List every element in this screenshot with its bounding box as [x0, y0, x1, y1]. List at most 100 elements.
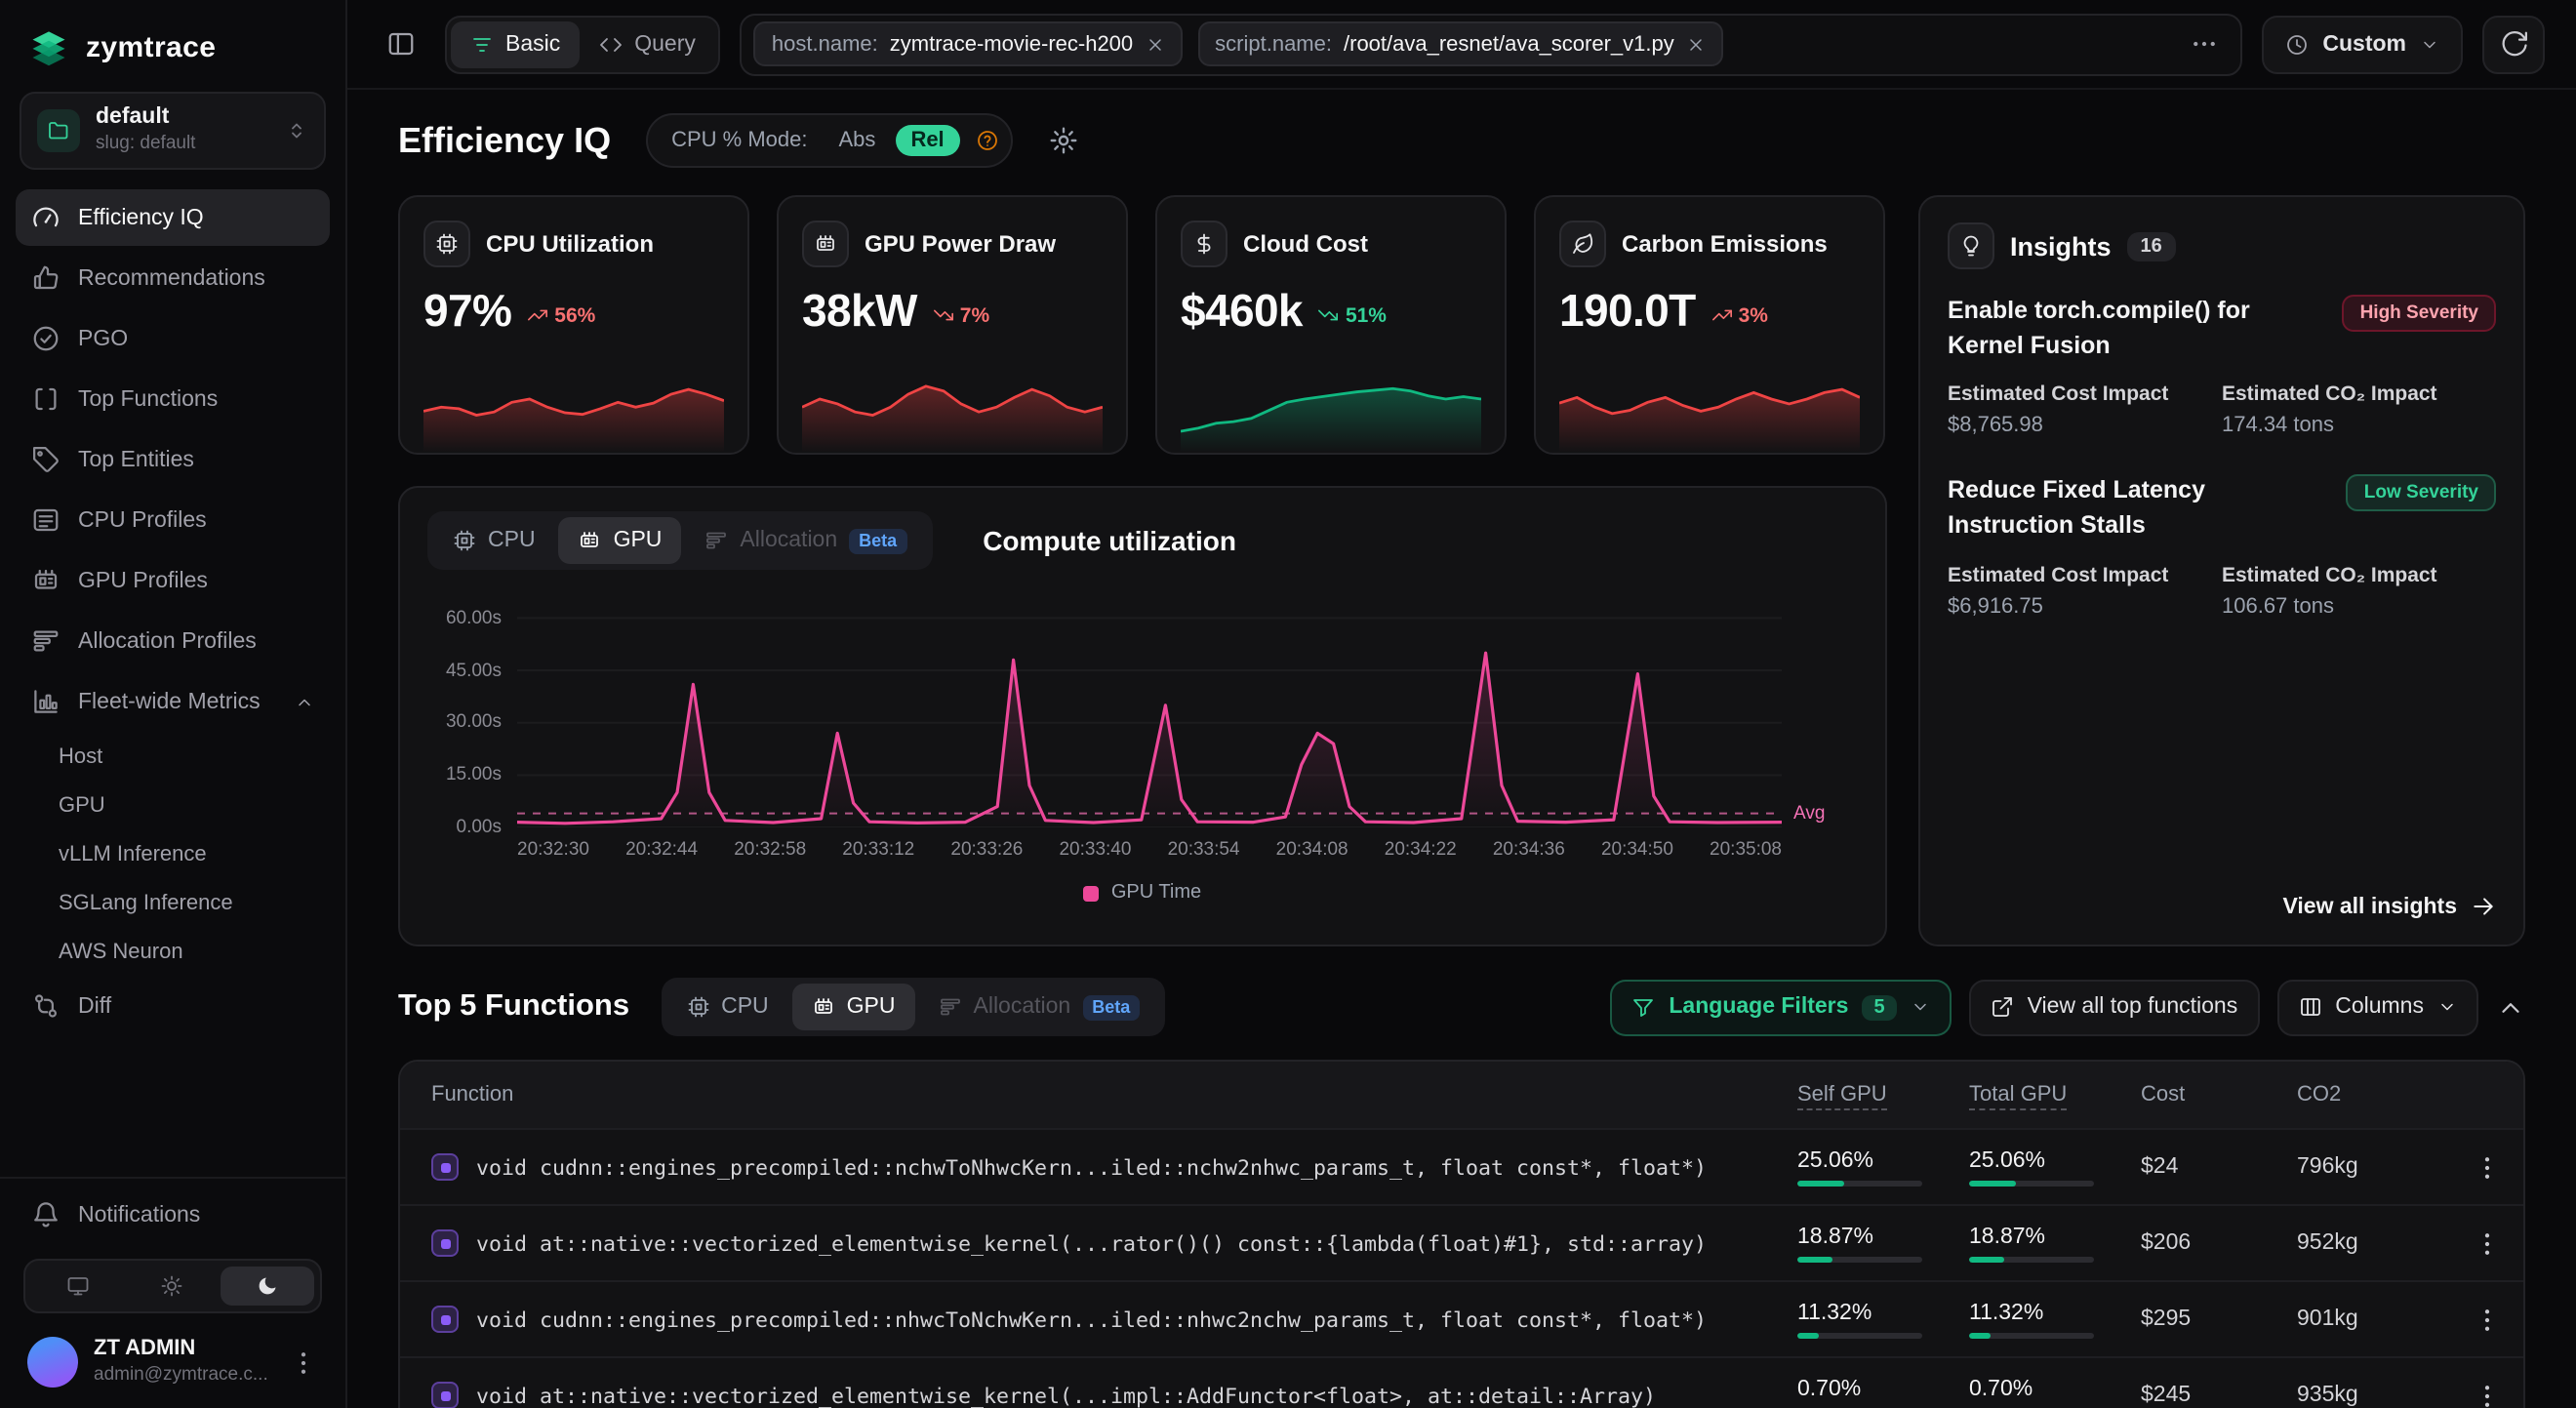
theme-system-button[interactable] [31, 1267, 126, 1307]
query-mode-basic[interactable]: Basic [451, 20, 580, 67]
cost-impact-value: $8,765.98 [1948, 415, 2222, 438]
compute-chart-title: Compute utilization [983, 525, 1236, 556]
sidebar-item-gpu-profiles[interactable]: GPU Profiles [16, 552, 330, 609]
sidebar-subitem-sglang-inference[interactable]: SGLang Inference [16, 880, 330, 927]
metric-trend: 7% [933, 303, 989, 327]
bars-icon [31, 626, 60, 656]
filter-bar[interactable]: host.name:zymtrace-movie-rec-h200 script.… [741, 13, 2242, 75]
help-icon[interactable] [976, 129, 999, 152]
top-functions-title: Top 5 Functions [398, 989, 629, 1025]
metric-title: CPU Utilization [486, 230, 654, 258]
insight-item[interactable]: Reduce Fixed Latency Instruction StallsL… [1948, 473, 2496, 619]
time-range-button[interactable]: Custom [2262, 15, 2463, 73]
sidebar: zymtrace default slug: default Efficienc… [0, 0, 347, 1408]
sidebar-item-fleet-wide-metrics[interactable]: Fleet-wide Metrics [16, 673, 330, 730]
cost-impact-label: Estimated Cost Impact [1948, 563, 2222, 586]
sidebar-item-recommendations[interactable]: Recommendations [16, 250, 330, 306]
table-row[interactable]: void at::native::vectorized_elementwise_… [400, 1204, 2523, 1280]
columns-button[interactable]: Columns [2276, 979, 2478, 1035]
language-filters-button[interactable]: Language Filters 5 [1610, 979, 1951, 1035]
table-row[interactable]: void cudnn::engines_precompiled::nhwcToN… [400, 1280, 2523, 1356]
sidebar-toggle-button[interactable] [375, 19, 425, 69]
workspace-selector[interactable]: default slug: default [20, 92, 326, 170]
metric-card-gpu-power-draw: GPU Power Draw38kW7% [777, 195, 1128, 455]
table-row[interactable]: void cudnn::engines_precompiled::nchwToN… [400, 1128, 2523, 1204]
clock-icon [2285, 32, 2309, 56]
sidebar-item-pgo[interactable]: PGO [16, 310, 330, 367]
sidebar-item-top-functions[interactable]: Top Functions [16, 371, 330, 427]
x-tick-label: 20:34:22 [1385, 839, 1457, 861]
cost-value: $295 [2141, 1307, 2297, 1331]
cost-value: $206 [2141, 1231, 2297, 1255]
sidebar-item-allocation-profiles[interactable]: Allocation Profiles [16, 613, 330, 669]
x-tick-label: 20:34:08 [1276, 839, 1348, 861]
metric-card-cloud-cost: Cloud Cost$460k51% [1155, 195, 1507, 455]
tag-icon [31, 445, 60, 474]
user-menu-button[interactable] [289, 1348, 318, 1378]
cpu-mode-option-rel[interactable]: Rel [895, 125, 959, 156]
collapse-section-button[interactable] [2496, 992, 2525, 1022]
view-all-insights-link[interactable]: View all insights [1948, 894, 2496, 919]
sidebar-subitem-vllm-inference[interactable]: vLLM Inference [16, 831, 330, 878]
severity-badge: High Severity [2343, 295, 2496, 332]
metric-value: 97% [423, 285, 511, 338]
list-icon [31, 505, 60, 535]
bars-icon [704, 529, 728, 552]
theme-dark-button[interactable] [220, 1267, 314, 1307]
compute-tab-cpu[interactable]: CPU [433, 517, 555, 564]
row-menu-button[interactable] [2472, 1305, 2501, 1334]
chip-icon [814, 232, 837, 256]
column-header-self-gpu[interactable]: Self GPU [1797, 1083, 1969, 1106]
sidebar-item-diff[interactable]: Diff [16, 978, 330, 1034]
refresh-button[interactable] [2482, 15, 2545, 73]
sidebar-item-label: Notifications [78, 1204, 200, 1227]
metric-trend: 56% [527, 303, 595, 327]
workspace-slug: slug: default [96, 133, 269, 157]
sidebar-item-cpu-profiles[interactable]: CPU Profiles [16, 492, 330, 548]
metric-card-carbon-emissions: Carbon Emissions190.0T3% [1534, 195, 1885, 455]
close-icon[interactable] [1686, 34, 1706, 54]
functions-tab-cpu[interactable]: CPU [666, 984, 788, 1030]
leaf-icon [1571, 232, 1594, 256]
columns-icon [2298, 995, 2321, 1019]
chart-icon [31, 687, 60, 716]
total-gpu-value: 18.87% [1969, 1225, 2141, 1248]
sidebar-item-notifications[interactable]: Notifications [16, 1187, 330, 1244]
sidebar-item-label: PGO [78, 327, 128, 350]
sidebar-subitem-aws-neuron[interactable]: AWS Neuron [16, 929, 330, 976]
filter-chip-script-name[interactable]: script.name:/root/ava_resnet/ava_scorer_… [1197, 21, 1723, 66]
avatar [27, 1338, 78, 1388]
filter-chip-host-name[interactable]: host.name:zymtrace-movie-rec-h200 [754, 21, 1182, 66]
sidebar-subitem-host[interactable]: Host [16, 734, 330, 781]
close-icon[interactable] [1145, 34, 1164, 54]
theme-toggle[interactable] [23, 1260, 322, 1314]
insight-item[interactable]: Enable torch.compile() for Kernel Fusion… [1948, 293, 2496, 438]
row-menu-button[interactable] [2472, 1228, 2501, 1258]
dollar-icon [1192, 232, 1216, 256]
chart-plot [517, 597, 1782, 827]
gear-icon[interactable] [1048, 125, 1079, 156]
column-header-total-gpu[interactable]: Total GPU [1969, 1083, 2141, 1106]
table-row[interactable]: void at::native::vectorized_elementwise_… [400, 1356, 2523, 1408]
sidebar-subitem-gpu[interactable]: GPU [16, 783, 330, 829]
sidebar-item-efficiency-iq[interactable]: Efficiency IQ [16, 189, 330, 246]
sidebar-item-top-entities[interactable]: Top Entities [16, 431, 330, 488]
function-icon [431, 1229, 459, 1257]
functions-tab-gpu[interactable]: GPU [792, 984, 915, 1030]
view-all-top-functions-button[interactable]: View all top functions [1969, 979, 2260, 1035]
metric-trend: 51% [1318, 303, 1387, 327]
theme-light-button[interactable] [126, 1267, 221, 1307]
total-gpu-value: 25.06% [1969, 1148, 2141, 1172]
cpu-mode-option-abs[interactable]: Abs [824, 125, 892, 156]
x-tick-label: 20:34:50 [1601, 839, 1673, 861]
compute-tab-gpu[interactable]: GPU [559, 517, 682, 564]
row-menu-button[interactable] [2472, 1381, 2501, 1408]
sidebar-item-label: GPU Profiles [78, 569, 208, 592]
user-row: ZT ADMIN admin@zymtrace.c... [16, 1330, 330, 1388]
query-mode-tabs: BasicQuery [445, 15, 721, 73]
query-mode-query[interactable]: Query [580, 20, 715, 67]
row-menu-button[interactable] [2472, 1152, 2501, 1182]
trend-up-icon [527, 304, 548, 326]
more-filters-button[interactable] [2178, 19, 2229, 69]
cost-value: $245 [2141, 1384, 2297, 1407]
